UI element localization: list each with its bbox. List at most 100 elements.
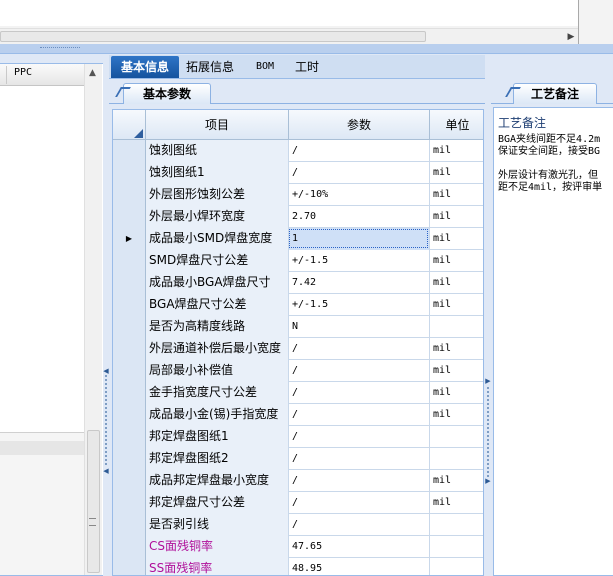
cell-item: BGA焊盘尺寸公差 xyxy=(146,294,289,316)
table-row[interactable]: 局部最小补偿值 / mil xyxy=(113,360,483,382)
row-indicator[interactable] xyxy=(113,206,146,228)
right-tab-strip: 工艺备注 xyxy=(491,80,613,104)
column-header-param[interactable]: 参数 xyxy=(289,110,430,140)
row-indicator[interactable] xyxy=(113,360,146,382)
table-row[interactable]: 邦定焊盘尺寸公差 / mil xyxy=(113,492,483,514)
cell-param[interactable]: / xyxy=(289,448,430,470)
table-row[interactable]: 邦定焊盘图纸1/ xyxy=(113,426,483,448)
tab-extended-info[interactable]: 拓展信息 xyxy=(179,56,241,78)
cell-item: 蚀刻图纸 xyxy=(146,140,289,162)
process-notes-text[interactable]: BGA夹线间距不足4.2m 保证安全间距，接受BG 外层设计有激光孔，但 距不足… xyxy=(498,134,613,194)
row-indicator[interactable] xyxy=(113,470,146,492)
table-row[interactable]: ▶ 成品最小SMD焊盘宽度 1 mil xyxy=(113,228,483,250)
row-indicator[interactable] xyxy=(113,514,146,536)
row-indicator[interactable] xyxy=(113,250,146,272)
table-row[interactable]: 是否为高精度线路 N xyxy=(113,316,483,338)
cell-param[interactable]: 7.42 xyxy=(289,272,430,294)
table-row[interactable]: BGA焊盘尺寸公差 +/-1.5 mil xyxy=(113,294,483,316)
subtab-basic-params[interactable]: 基本参数 xyxy=(115,83,211,104)
table-row[interactable]: 外层通道补偿后最小宽度 / mil xyxy=(113,338,483,360)
table-row[interactable]: CS面残铜率 47.65 xyxy=(113,536,483,558)
cell-unit: mil xyxy=(433,189,452,200)
row-indicator[interactable] xyxy=(113,184,146,206)
left-empty-area xyxy=(0,432,84,575)
process-notes-box[interactable]: 工艺备注 BGA夹线间距不足4.2m 保证安全间距，接受BG 外层设计有激光孔，… xyxy=(493,107,613,576)
cell-unit: mil xyxy=(433,233,452,244)
scrollbar-thumb[interactable] xyxy=(0,31,426,42)
table-row[interactable]: 金手指宽度尺寸公差 / mil xyxy=(113,382,483,404)
table-row[interactable]: SMD焊盘尺寸公差 +/-1.5 mil xyxy=(113,250,483,272)
row-indicator[interactable] xyxy=(113,404,146,426)
cell-param[interactable]: / xyxy=(289,338,430,360)
row-indicator[interactable]: ▶ xyxy=(113,228,146,250)
table-row[interactable]: 邦定焊盘图纸2/ xyxy=(113,448,483,470)
row-indicator[interactable] xyxy=(113,140,146,162)
cell-param[interactable]: N xyxy=(289,316,430,338)
row-indicator[interactable] xyxy=(113,536,146,558)
left-panel: PPC ▲ xyxy=(0,55,104,576)
cell-unit xyxy=(430,448,483,470)
sub-tab-strip: 基本参数 xyxy=(109,80,485,104)
table-row[interactable]: 成品邦定焊盘最小宽度 / mil xyxy=(113,470,483,492)
cell-param[interactable]: / xyxy=(289,514,430,536)
tab-labor-hours[interactable]: 工时 xyxy=(287,56,327,78)
cell-param[interactable]: / xyxy=(289,470,430,492)
cell-param[interactable]: 1 xyxy=(289,228,430,250)
cell-unit xyxy=(430,558,483,575)
select-all-corner[interactable] xyxy=(113,110,146,140)
table-row[interactable]: 蚀刻图纸 / mil xyxy=(113,140,483,162)
corner-triangle-icon xyxy=(134,129,143,138)
table-row[interactable]: 成品最小金(锡)手指宽度 / mil xyxy=(113,404,483,426)
cell-unit: mil xyxy=(433,497,452,508)
row-indicator[interactable] xyxy=(113,162,146,184)
top-divider xyxy=(578,0,579,47)
cell-param[interactable]: 2.70 xyxy=(289,206,430,228)
cell-param[interactable]: / xyxy=(289,492,430,514)
row-indicator[interactable] xyxy=(113,492,146,514)
table-row[interactable]: 是否剥引线 / xyxy=(113,514,483,536)
cell-unit: mil xyxy=(433,277,452,288)
scroll-up-arrow-icon[interactable]: ▲ xyxy=(89,68,96,78)
cell-item: 成品最小金(锡)手指宽度 xyxy=(146,404,289,426)
table-row[interactable]: 外层最小焊环宽度 2.70 mil xyxy=(113,206,483,228)
splitter-grip-icon xyxy=(40,47,80,50)
scroll-right-arrow-icon[interactable]: ▶ xyxy=(565,30,577,44)
cell-item: 外层图形蚀刻公差 xyxy=(146,184,289,206)
row-indicator[interactable] xyxy=(113,316,146,338)
table-row[interactable]: SS面残铜率 48.95 xyxy=(113,558,483,575)
cell-param[interactable]: 48.95 xyxy=(289,558,430,575)
cell-item: 成品邦定焊盘最小宽度 xyxy=(146,470,289,492)
cell-param[interactable]: / xyxy=(289,382,430,404)
cell-param[interactable]: +/-10% xyxy=(289,184,430,206)
tab-basic-info[interactable]: 基本信息 xyxy=(111,56,179,78)
cell-unit: mil xyxy=(433,255,452,266)
cell-item: 邦定焊盘图纸1 xyxy=(146,426,289,448)
row-indicator[interactable] xyxy=(113,558,146,575)
column-header-item[interactable]: 项目 xyxy=(146,110,289,140)
row-indicator[interactable] xyxy=(113,272,146,294)
cell-param[interactable]: / xyxy=(289,426,430,448)
table-row[interactable]: 成品最小BGA焊盘尺寸 7.42 mil xyxy=(113,272,483,294)
left-scrollbar-thumb[interactable] xyxy=(87,430,100,573)
tab-bom[interactable]: BOM xyxy=(245,56,285,78)
cell-param[interactable]: / xyxy=(289,404,430,426)
ppc-column-header[interactable]: PPC xyxy=(14,67,32,78)
horizontal-scrollbar[interactable]: ▶ xyxy=(0,28,578,44)
row-indicator[interactable] xyxy=(113,426,146,448)
cell-param[interactable]: / xyxy=(289,162,430,184)
horizontal-splitter[interactable] xyxy=(0,44,613,54)
row-indicator[interactable] xyxy=(113,338,146,360)
cell-param[interactable]: +/-1.5 xyxy=(289,294,430,316)
column-header-unit[interactable]: 单位 xyxy=(430,110,483,140)
left-vertical-scrollbar[interactable]: ▲ xyxy=(84,64,102,575)
row-indicator[interactable] xyxy=(113,294,146,316)
row-indicator[interactable] xyxy=(113,382,146,404)
cell-param[interactable]: 47.65 xyxy=(289,536,430,558)
table-row[interactable]: 外层图形蚀刻公差 +/-10% mil xyxy=(113,184,483,206)
row-indicator[interactable] xyxy=(113,448,146,470)
cell-param[interactable]: / xyxy=(289,360,430,382)
table-row[interactable]: 蚀刻图纸1/mil xyxy=(113,162,483,184)
subtab-process-notes[interactable]: 工艺备注 xyxy=(505,83,597,104)
cell-param[interactable]: +/-1.5 xyxy=(289,250,430,272)
cell-param[interactable]: / xyxy=(289,140,430,162)
